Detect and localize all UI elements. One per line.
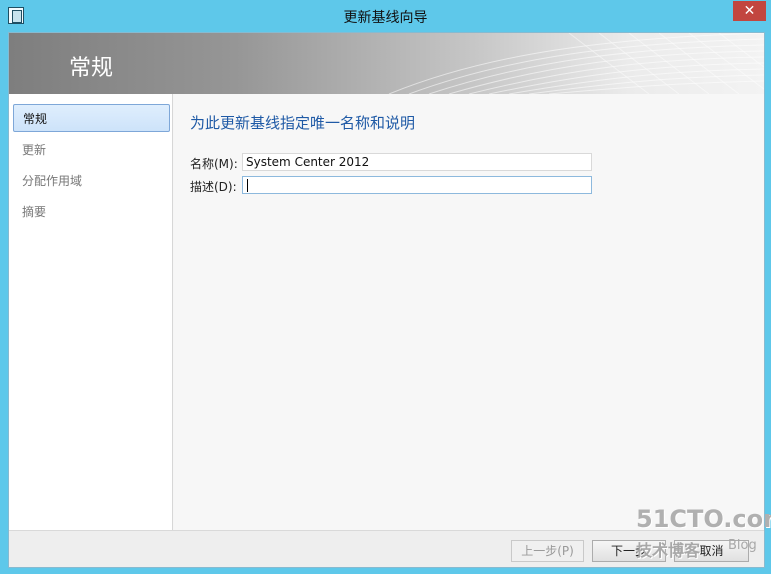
banner-decoration bbox=[388, 33, 764, 94]
wizard-button-bar: 上一步(P) 下一步 取消 bbox=[9, 530, 764, 567]
nav-item-general[interactable]: 常规 bbox=[13, 104, 170, 132]
wizard-nav: 常规 更新 分配作用域 摘要 bbox=[9, 94, 173, 530]
name-input[interactable]: System Center 2012 bbox=[242, 153, 592, 171]
name-label: 名称(M): bbox=[190, 157, 238, 171]
content-heading: 为此更新基线指定唯一名称和说明 bbox=[190, 114, 416, 132]
wizard-window: 更新基线向导 ✕ 常规 常规 更新 分配作用域 摘要 为此更新基线指定唯一名称和… bbox=[0, 0, 771, 574]
close-button[interactable]: ✕ bbox=[733, 1, 766, 21]
nav-item-updates[interactable]: 更新 bbox=[13, 136, 170, 164]
page-title: 常规 bbox=[69, 56, 114, 81]
previous-button[interactable]: 上一步(P) bbox=[511, 540, 584, 562]
title-bar[interactable]: 更新基线向导 ✕ bbox=[0, 0, 771, 32]
text-caret bbox=[247, 179, 248, 192]
header-banner: 常规 bbox=[9, 33, 764, 94]
description-label: 描述(D): bbox=[190, 180, 237, 194]
next-button[interactable]: 下一步 bbox=[592, 540, 666, 562]
nav-item-scopes[interactable]: 分配作用域 bbox=[13, 167, 170, 195]
wizard-content: 为此更新基线指定唯一名称和说明 名称(M): System Center 201… bbox=[174, 94, 764, 530]
cancel-button[interactable]: 取消 bbox=[674, 540, 749, 562]
window-title: 更新基线向导 bbox=[343, 10, 428, 26]
description-input[interactable] bbox=[242, 176, 592, 194]
wizard-client-area: 常规 常规 更新 分配作用域 摘要 为此更新基线指定唯一名称和说明 名称(M):… bbox=[8, 32, 765, 568]
nav-item-summary[interactable]: 摘要 bbox=[13, 198, 170, 226]
